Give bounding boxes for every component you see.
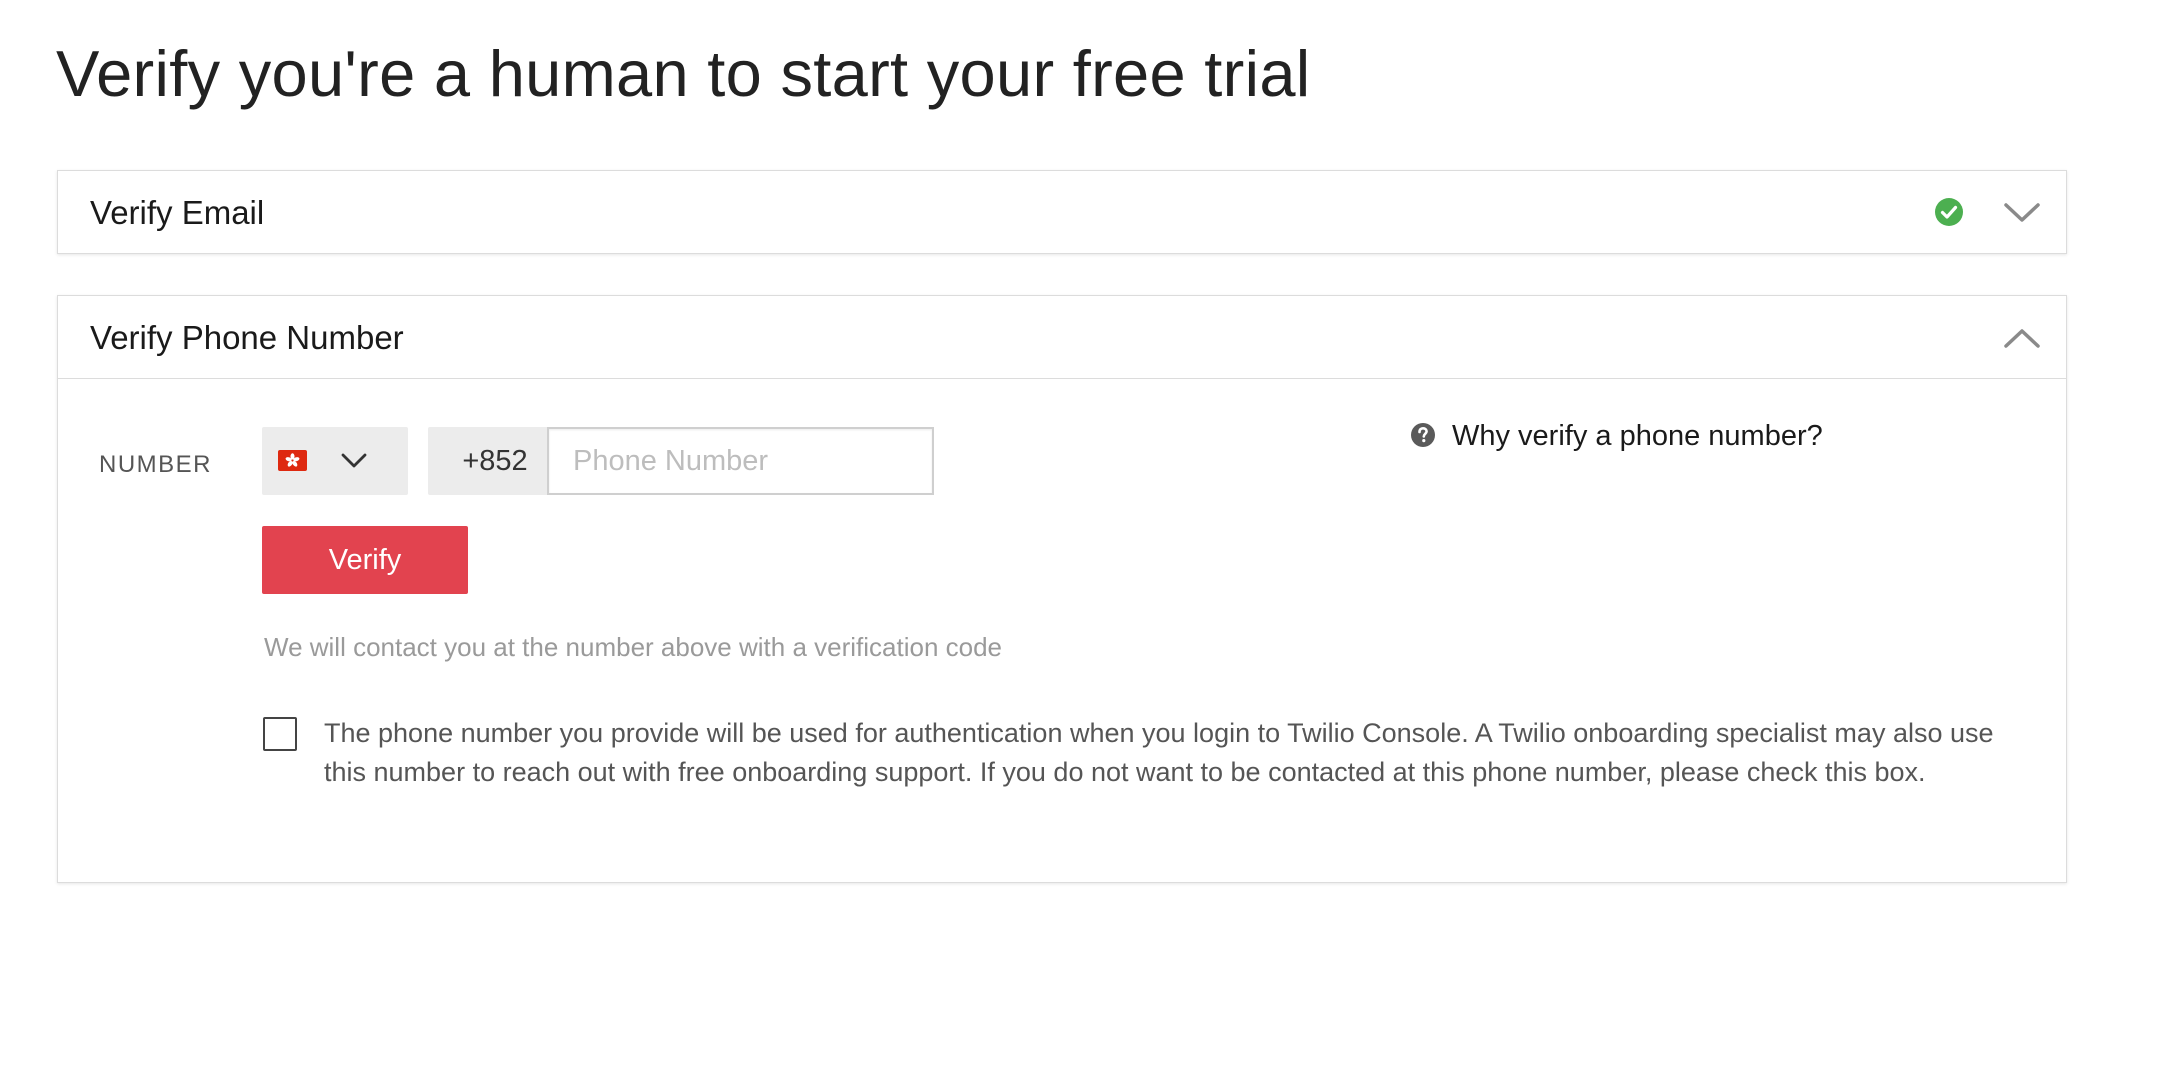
verify-phone-title: Verify Phone Number xyxy=(90,319,404,356)
verify-phone-header[interactable]: Verify Phone Number xyxy=(58,296,2066,379)
verify-phone-panel: Verify Phone Number NUMBER +852 Verify W… xyxy=(57,295,2067,883)
phone-number-input[interactable] xyxy=(547,427,934,495)
verify-button[interactable]: Verify xyxy=(262,526,468,594)
why-verify-label: Why verify a phone number? xyxy=(1452,420,1823,452)
chevron-down-icon xyxy=(341,453,367,468)
verify-email-panel: Verify Email xyxy=(57,170,2067,254)
dial-code: +852 xyxy=(428,427,548,495)
verify-email-header[interactable]: Verify Email xyxy=(58,171,2066,253)
consent-text: The phone number you provide will be use… xyxy=(324,718,1994,787)
helper-text: We will contact you at the number above … xyxy=(264,632,1003,662)
number-label: NUMBER xyxy=(99,451,213,478)
verify-email-title: Verify Email xyxy=(90,194,265,231)
hong-kong-flag-icon xyxy=(278,450,307,471)
page-title: Verify you're a human to start your free… xyxy=(56,37,1311,110)
consent-checkbox[interactable] xyxy=(263,717,297,751)
check-circle-icon xyxy=(1935,198,1963,226)
country-code-select[interactable] xyxy=(262,427,408,495)
chevron-up-icon[interactable] xyxy=(2002,326,2042,350)
help-circle-icon xyxy=(1411,423,1435,447)
chevron-down-icon[interactable] xyxy=(2002,201,2042,225)
